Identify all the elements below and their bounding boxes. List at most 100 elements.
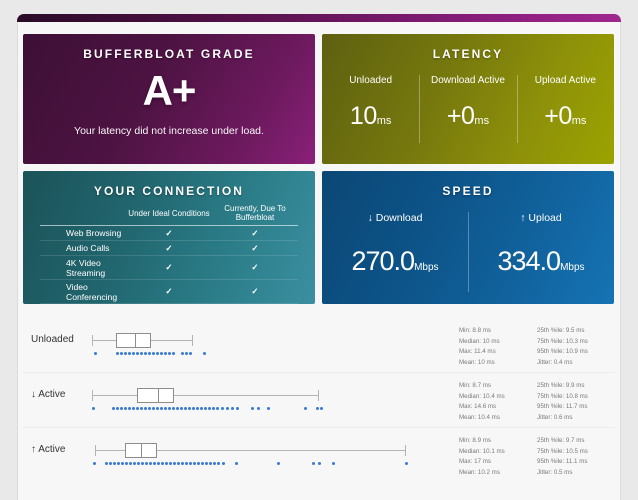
data-point bbox=[120, 352, 124, 356]
data-point bbox=[332, 462, 336, 466]
data-point bbox=[197, 462, 201, 466]
table-row: Web Browsing ✓ ✓ bbox=[40, 225, 298, 241]
boxplot-points bbox=[85, 352, 460, 360]
stat-line: 25th %ile: 9.7 ms bbox=[537, 437, 585, 444]
speed-upload-value: 334.0Mbps bbox=[468, 246, 614, 277]
whisker-cap-left bbox=[92, 335, 93, 346]
data-point bbox=[105, 462, 109, 466]
data-point bbox=[181, 352, 185, 356]
check-icon: ✓ bbox=[126, 279, 212, 304]
data-point bbox=[141, 462, 145, 466]
data-point bbox=[184, 407, 188, 411]
box-iqr bbox=[137, 388, 174, 403]
data-point bbox=[128, 407, 132, 411]
latency-upload-value: +0ms bbox=[517, 102, 614, 131]
card-speed: SPEED ↓ Download 270.0Mbps ↑ Upload 334.… bbox=[322, 171, 614, 304]
connection-title: YOUR CONNECTION bbox=[93, 184, 245, 198]
stat-line: Jitter: 0.6 ms bbox=[537, 413, 573, 421]
speedtest-page: BUFFERBLOAT GRADE A+ Your latency did no… bbox=[0, 0, 638, 500]
boxplot-upload-active bbox=[85, 428, 460, 483]
detail-row-label: ↓ Active bbox=[31, 389, 66, 400]
data-point bbox=[164, 352, 168, 356]
latency-unloaded: Unloaded 10ms bbox=[322, 73, 419, 159]
table-row: Audio Calls ✓ ✓ bbox=[40, 240, 298, 256]
data-point bbox=[222, 462, 226, 466]
whisker-right bbox=[157, 450, 405, 451]
connection-row-name: Audio Calls bbox=[40, 240, 126, 256]
data-point bbox=[169, 462, 173, 466]
stat-line: 95th %ile: 11.1 ms bbox=[537, 458, 588, 466]
grade-value: A+ bbox=[142, 67, 197, 114]
data-point bbox=[149, 462, 153, 466]
check-icon: ✓ bbox=[212, 255, 298, 280]
summary-cards: BUFFERBLOAT GRADE A+ Your latency did no… bbox=[23, 34, 615, 304]
data-point bbox=[316, 407, 320, 411]
whisker-cap-left bbox=[92, 390, 93, 401]
latency-columns: Unloaded 10ms Download Active +0ms Uploa… bbox=[322, 73, 614, 159]
data-point bbox=[129, 462, 133, 466]
stat-line: Jitter: 0.4 ms bbox=[537, 358, 573, 366]
data-point bbox=[132, 352, 136, 356]
data-point bbox=[116, 352, 120, 356]
stats-left-column: Min: 8.8 ms Median: 10 ms Max: 11.4 ms Mean… bbox=[459, 326, 533, 369]
stats-upload-active: Min: 8.9 ms Median: 10.1 ms Max: 17 ms Mean… bbox=[459, 436, 611, 479]
data-point bbox=[209, 462, 213, 466]
data-point bbox=[148, 407, 152, 411]
data-point bbox=[132, 407, 136, 411]
latency-upload-number: +0 bbox=[544, 102, 572, 130]
whisker-left bbox=[92, 395, 137, 396]
data-point bbox=[94, 352, 98, 356]
data-point bbox=[133, 462, 137, 466]
detail-row-unloaded: Unloaded Min: 8.8 ms Median: 10 ms Max: 11… bbox=[23, 318, 615, 373]
connection-table-header-row: Under Ideal Conditions Currently, Due To… bbox=[40, 204, 298, 226]
stat-line: 75th %ile: 10.8 ms bbox=[537, 392, 588, 400]
speed-columns: ↓ Download 270.0Mbps ↑ Upload 334.0Mbps bbox=[322, 212, 614, 302]
data-point bbox=[226, 407, 230, 411]
data-point bbox=[156, 352, 160, 356]
latency-unloaded-value: 10ms bbox=[322, 102, 419, 131]
whisker-right bbox=[174, 395, 318, 396]
data-point bbox=[203, 352, 207, 356]
check-icon: ✓ bbox=[212, 240, 298, 256]
data-point bbox=[152, 407, 156, 411]
latency-unloaded-label: Unloaded bbox=[349, 75, 393, 86]
card-bufferbloat-grade: BUFFERBLOAT GRADE A+ Your latency did no… bbox=[23, 34, 315, 164]
stat-line: Max: 11.4 ms bbox=[459, 348, 496, 356]
stats-right-column: 25th %ile: 9.9 ms 75th %ile: 10.8 ms 95th … bbox=[533, 381, 611, 424]
latency-download-unit: ms bbox=[474, 115, 490, 127]
stat-line: Median: 10.4 ms bbox=[459, 392, 505, 400]
data-point bbox=[221, 407, 225, 411]
stat-line: 25th %ile: 9.9 ms bbox=[537, 382, 585, 389]
stat-line: Max: 14.6 ms bbox=[459, 403, 497, 411]
connection-table-body: Web Browsing ✓ ✓ Audio Calls ✓ ✓ 4K Vide… bbox=[40, 225, 298, 304]
data-point bbox=[140, 407, 144, 411]
card-latency: LATENCY Unloaded 10ms Download Active +0… bbox=[322, 34, 614, 164]
check-icon: ✓ bbox=[126, 255, 212, 280]
whisker-cap-right bbox=[318, 390, 319, 401]
data-point bbox=[168, 352, 172, 356]
data-point bbox=[236, 407, 240, 411]
speed-download-unit: Mbps bbox=[414, 262, 439, 273]
data-point bbox=[109, 462, 113, 466]
stat-line: Min: 8.7 ms bbox=[459, 382, 491, 389]
grade-subtitle: Your latency did not increase under load… bbox=[74, 125, 264, 137]
stat-line: Jitter: 0.5 ms bbox=[537, 468, 573, 476]
data-point bbox=[257, 407, 261, 411]
stat-line: 75th %ile: 10.3 ms bbox=[537, 337, 588, 345]
speed-upload-unit: Mbps bbox=[560, 262, 585, 273]
stats-right-column: 25th %ile: 9.5 ms 75th %ile: 10.3 ms 95th … bbox=[533, 326, 611, 369]
data-point bbox=[164, 407, 168, 411]
data-point bbox=[217, 462, 221, 466]
data-point bbox=[136, 407, 140, 411]
data-point bbox=[145, 462, 149, 466]
boxplot-points bbox=[85, 407, 460, 415]
stat-line: Mean: 10.4 ms bbox=[459, 413, 500, 421]
data-point bbox=[121, 462, 125, 466]
data-point bbox=[189, 352, 193, 356]
data-point bbox=[136, 352, 140, 356]
detail-row-upload-active: ↑ Active Min: 8.9 ms Median: 10.1 ms Max: … bbox=[23, 428, 615, 483]
data-point bbox=[152, 352, 156, 356]
data-point bbox=[193, 462, 197, 466]
data-point bbox=[204, 407, 208, 411]
table-row: 4K Video Streaming ✓ ✓ bbox=[40, 255, 298, 280]
